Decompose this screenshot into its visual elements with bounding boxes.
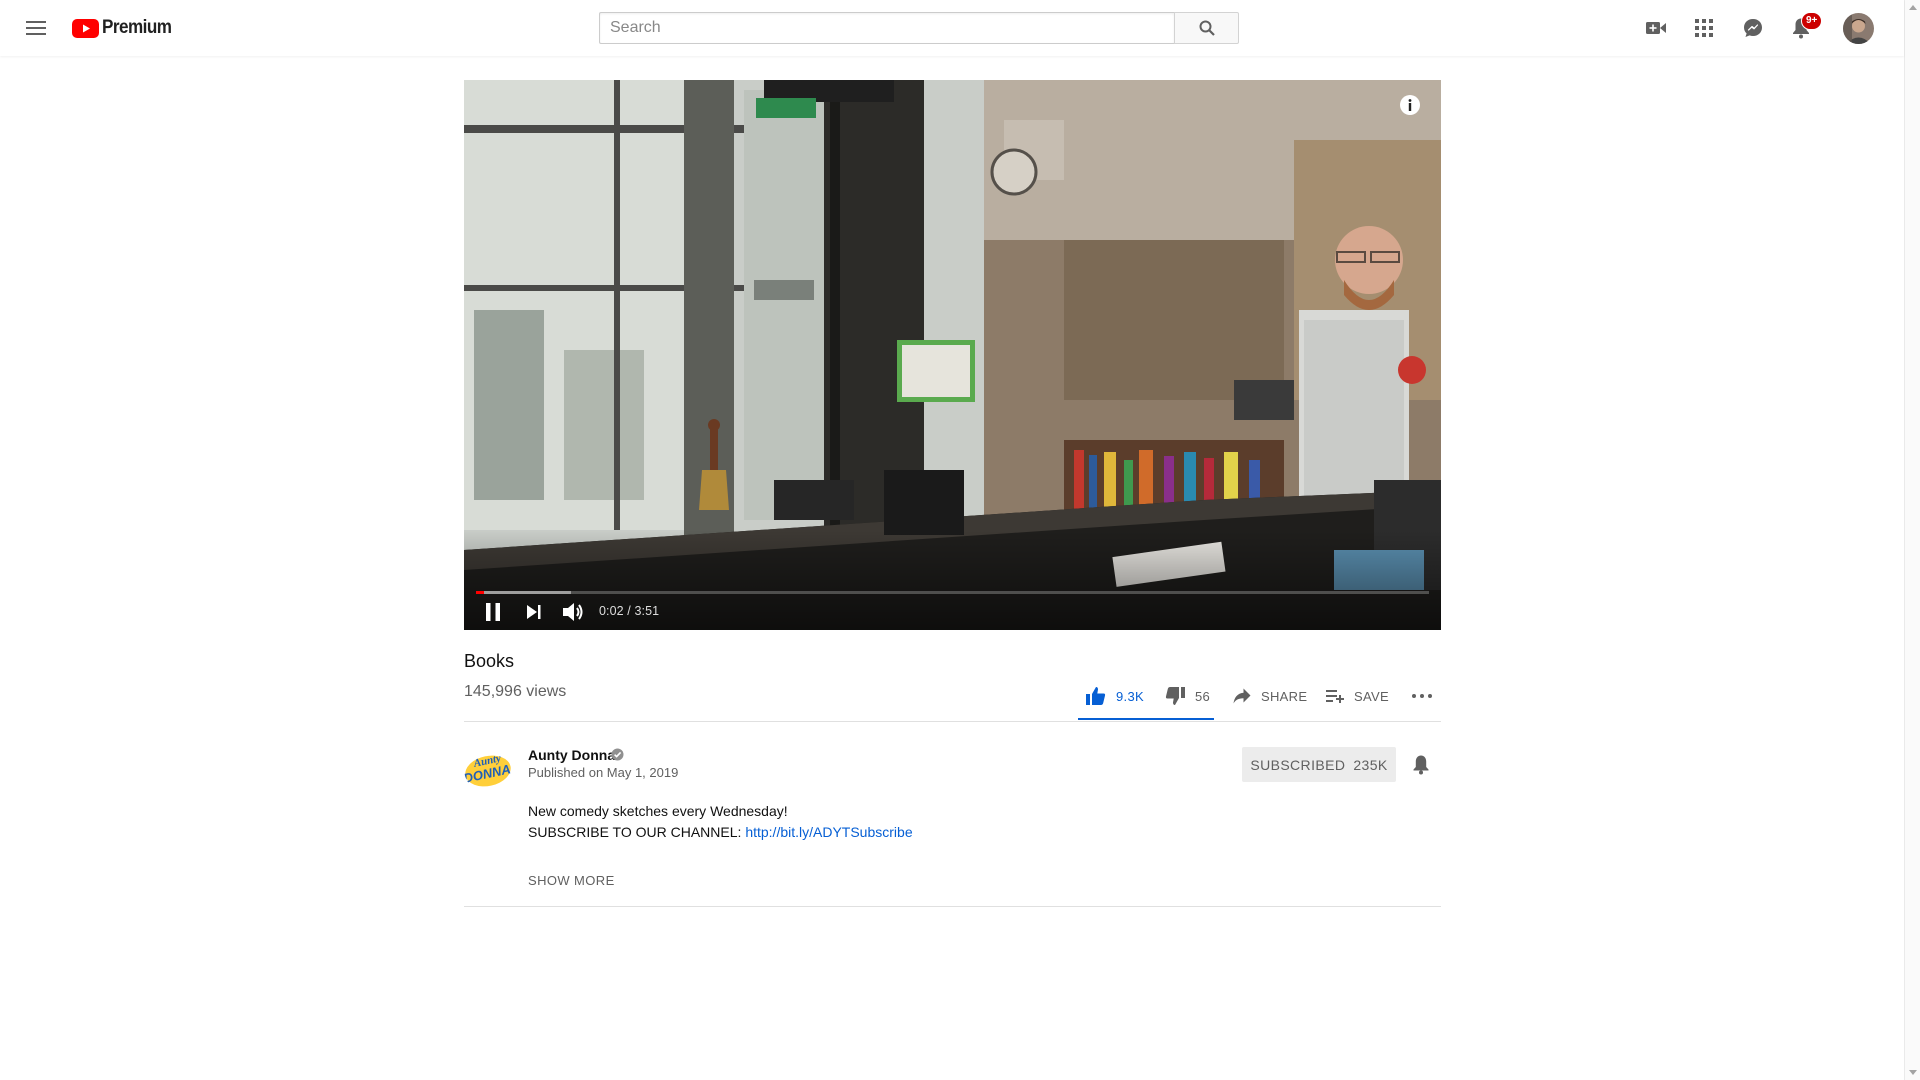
page-scrollbar[interactable] <box>1904 0 1920 1080</box>
like-count: 9.3K <box>1116 688 1144 704</box>
share-button[interactable]: SHARE <box>1233 682 1307 710</box>
info-icon[interactable] <box>1399 94 1421 116</box>
search-icon <box>1199 20 1215 36</box>
pause-icon <box>486 603 500 621</box>
channel-name[interactable]: Aunty Donna <box>528 747 615 763</box>
divider <box>464 906 1441 907</box>
next-button[interactable] <box>525 599 543 625</box>
progress-bar[interactable] <box>476 591 1429 594</box>
save-label: SAVE <box>1354 688 1389 704</box>
show-more-button[interactable]: SHOW MORE <box>528 873 615 888</box>
skip-next-icon <box>527 605 541 619</box>
messages-icon <box>1744 19 1762 37</box>
verified-icon <box>611 748 624 761</box>
subscribe-link[interactable]: http://bit.ly/ADYTSubscribe <box>745 824 912 840</box>
notification-bell-button[interactable] <box>1409 752 1433 776</box>
subscribe-label: SUBSCRIBED <box>1250 756 1346 773</box>
search-button[interactable] <box>1174 12 1239 44</box>
notification-badge: 9+ <box>1801 12 1823 30</box>
subscriber-count: 235K <box>1353 756 1388 773</box>
create-video-button[interactable] <box>1640 12 1672 44</box>
divider <box>464 721 1441 722</box>
apps-button[interactable] <box>1688 12 1720 44</box>
youtube-play-logo-icon <box>72 18 99 38</box>
time-display: 0:02 / 3:51 <box>599 604 659 618</box>
notifications-button[interactable]: 9+ <box>1785 12 1823 44</box>
logo-text: Premium <box>102 17 172 38</box>
thumbs-down-icon <box>1165 687 1185 705</box>
progress-played <box>476 591 485 594</box>
scroll-down-arrow-icon[interactable] <box>1909 1070 1917 1075</box>
like-button[interactable]: 9.3K <box>1086 682 1144 710</box>
video-camera-icon <box>1646 22 1666 34</box>
apps-grid-icon <box>1695 19 1713 37</box>
bell-icon <box>1413 755 1429 775</box>
save-button[interactable]: SAVE <box>1326 682 1389 710</box>
like-ratio-bar <box>1078 718 1214 720</box>
dislike-button[interactable]: 56 <box>1165 682 1210 710</box>
description-line-1: New comedy sketches every Wednesday! <box>528 803 788 819</box>
dislike-count: 56 <box>1195 688 1211 704</box>
hamburger-menu-icon[interactable] <box>20 12 52 44</box>
volume-icon <box>563 603 583 621</box>
subscribe-button[interactable]: SUBSCRIBED 235K <box>1242 747 1396 782</box>
more-actions-button[interactable] <box>1410 682 1434 710</box>
video-player[interactable]: 0:02 / 3:51 <box>464 80 1441 630</box>
time-total: 3:51 <box>634 604 660 618</box>
volume-button[interactable] <box>562 599 586 625</box>
progress-buffered <box>476 591 572 594</box>
pause-button[interactable] <box>480 599 506 625</box>
messages-button[interactable] <box>1737 12 1769 44</box>
description-line-2-prefix: SUBSCRIBE TO OUR CHANNEL: <box>528 824 746 840</box>
youtube-premium-logo[interactable]: Premium <box>72 17 179 39</box>
channel-avatar[interactable]: Aunty DONNA <box>464 745 512 793</box>
publish-date: Published on May 1, 2019 <box>528 765 679 780</box>
share-label: SHARE <box>1261 688 1308 704</box>
user-avatar[interactable] <box>1843 13 1874 44</box>
view-count: 145,996 views <box>464 683 567 700</box>
video-title: Books <box>464 651 515 671</box>
scroll-up-arrow-icon[interactable] <box>1909 5 1917 10</box>
search-input[interactable] <box>599 12 1174 44</box>
time-separator: / <box>623 604 635 618</box>
description-line-2: SUBSCRIBE TO OUR CHANNEL: http://bit.ly/… <box>528 824 913 840</box>
share-icon <box>1233 688 1251 704</box>
more-horizontal-icon <box>1412 694 1432 698</box>
masthead: Premium 9+ <box>0 0 1904 56</box>
playlist-add-icon <box>1326 690 1344 703</box>
time-current: 0:02 <box>599 604 624 618</box>
thumbs-up-icon <box>1086 687 1106 705</box>
